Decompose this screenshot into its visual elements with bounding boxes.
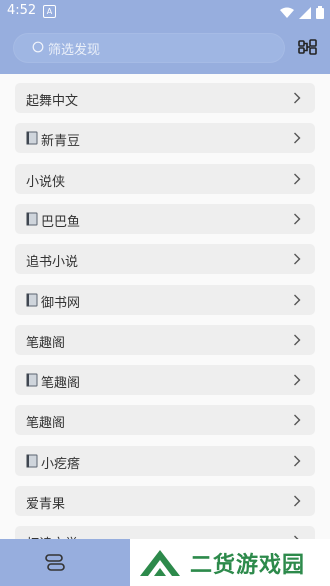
list-item[interactable]: 小说侠 <box>15 164 315 194</box>
list-item-label: 小说侠 <box>26 175 66 190</box>
status-icons <box>279 4 324 23</box>
list-item[interactable]: 灯读文学 <box>15 526 315 539</box>
chevron-right-icon <box>294 213 301 225</box>
book-icon <box>26 131 38 145</box>
chevron-right-icon <box>294 253 301 265</box>
list-item[interactable]: 新青豆 <box>15 123 315 153</box>
list-item[interactable]: 笔趣阁 <box>15 325 315 355</box>
chevron-right-icon <box>294 92 301 104</box>
list-item[interactable]: 御书网 <box>15 285 315 315</box>
filter-icon[interactable] <box>298 37 318 57</box>
watermark-text: 二货游戏园 <box>190 553 306 578</box>
list-item[interactable]: 小疙瘩 <box>15 446 315 476</box>
list-item-label: 笔趣阁 <box>26 336 66 351</box>
chevron-right-icon <box>294 455 301 467</box>
chevron-right-icon <box>294 173 301 185</box>
list-item-label: 笔趣阁 <box>26 416 66 431</box>
list-item[interactable]: 笔趣阁 <box>15 405 315 435</box>
list-item[interactable]: 起舞中文 <box>15 83 315 113</box>
layers-icon[interactable] <box>44 553 66 573</box>
search-icon <box>32 41 44 53</box>
chevron-right-icon <box>294 495 301 507</box>
book-icon <box>26 212 38 226</box>
search-input[interactable]: 筛选发现 <box>13 33 285 63</box>
list-item-label: 爱青果 <box>26 497 66 512</box>
book-icon <box>26 454 38 468</box>
watermark-logo-icon <box>140 550 180 576</box>
list-item[interactable]: 巴巴鱼 <box>15 204 315 234</box>
header: 筛选发现 <box>0 24 330 74</box>
search-placeholder: 筛选发现 <box>48 43 101 58</box>
chevron-right-icon <box>294 374 301 386</box>
list-item-label: 笔趣阁 <box>41 376 81 391</box>
list-item-label: 追书小说 <box>26 255 79 270</box>
notification-icon: A <box>43 5 56 18</box>
bottom-bar: 二货游戏园 <box>0 539 330 586</box>
list-item[interactable]: 爱青果 <box>15 486 315 516</box>
list-item[interactable]: 追书小说 <box>15 244 315 274</box>
list-item[interactable]: 笔趣阁 <box>15 365 315 395</box>
chevron-right-icon <box>294 414 301 426</box>
source-list: 起舞中文新青豆小说侠巴巴鱼追书小说御书网笔趣阁笔趣阁笔趣阁小疙瘩爱青果灯读文学 <box>0 74 330 539</box>
list-item-label: 御书网 <box>41 296 81 311</box>
chevron-right-icon <box>294 294 301 306</box>
chevron-right-icon <box>294 132 301 144</box>
wifi-icon <box>279 7 294 18</box>
list-item-label: 起舞中文 <box>26 94 79 109</box>
book-icon <box>26 373 38 387</box>
list-item-label: 新青豆 <box>41 134 81 149</box>
book-icon <box>26 293 38 307</box>
signal-icon <box>298 7 311 19</box>
list-item-label: 巴巴鱼 <box>41 215 81 230</box>
status-time: 4:52 <box>7 3 37 18</box>
list-item-label: 小疙瘩 <box>41 457 81 472</box>
bottom-nav <box>0 539 130 586</box>
chevron-right-icon <box>294 334 301 346</box>
watermark: 二货游戏园 <box>130 539 330 586</box>
status-bar: 4:52 A <box>0 0 330 24</box>
battery-icon <box>316 6 324 19</box>
